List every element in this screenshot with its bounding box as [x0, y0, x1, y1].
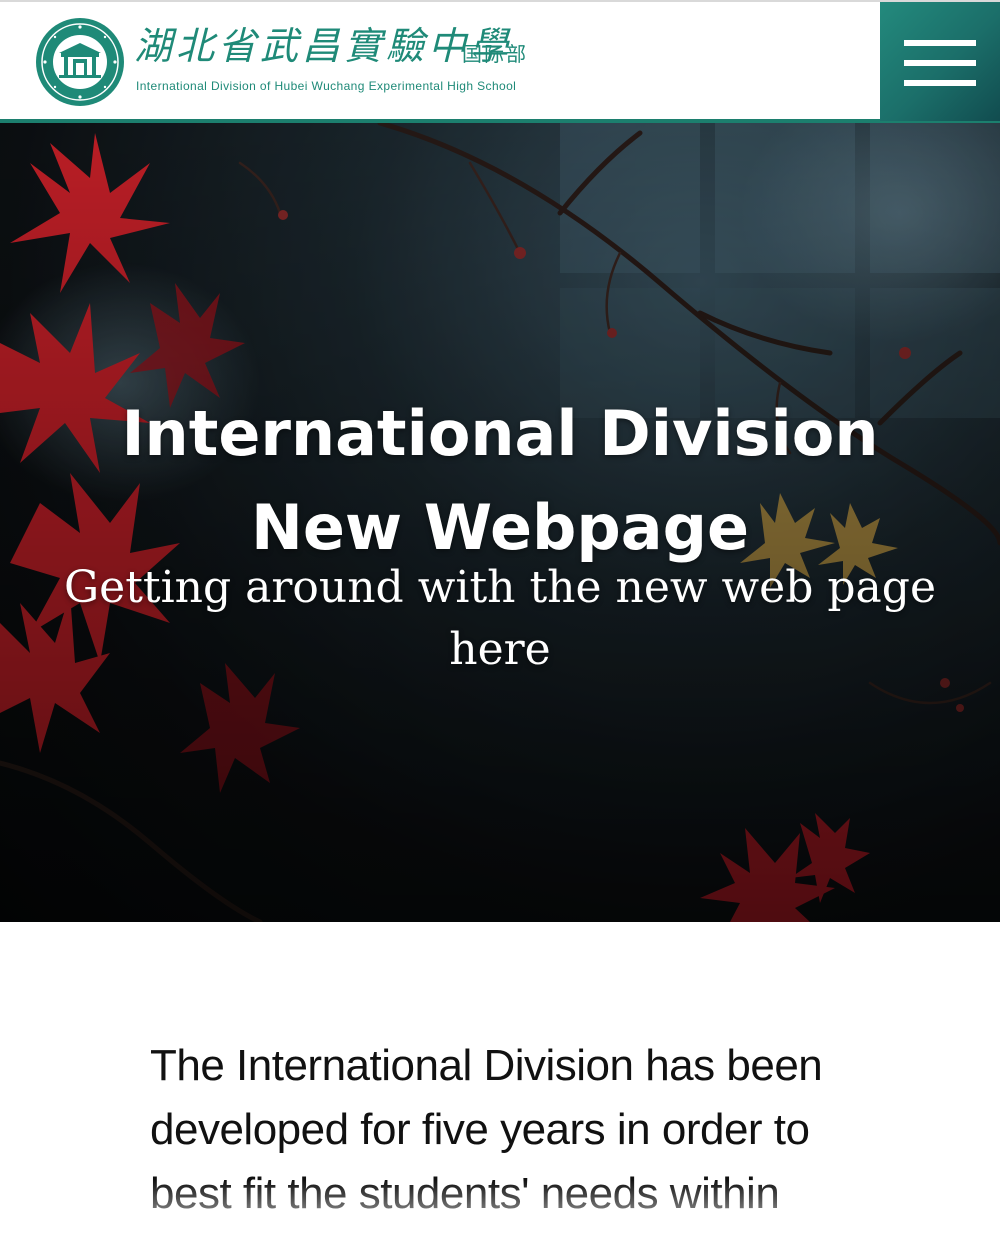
bottom-fade [0, 1180, 1000, 1240]
logo-chinese-name: 湖北省武昌實驗中學 [134, 24, 513, 68]
hero-subtitle: Getting around with the new web page her… [64, 562, 936, 675]
site-header: 湖北省武昌實驗中學 国际部 International Division of … [0, 0, 1000, 123]
hamburger-bar [904, 60, 976, 66]
menu-button[interactable] [880, 2, 1000, 121]
hamburger-bar [904, 80, 976, 86]
school-seal-icon [36, 18, 124, 106]
logo-chinese-suffix: 国际部 [462, 42, 528, 66]
home-logo-link[interactable]: 湖北省武昌實驗中學 国际部 International Division of … [30, 12, 550, 112]
hamburger-bar [904, 40, 976, 46]
hero-title: International Division New Webpage [121, 397, 879, 564]
logo-english-name: International Division of Hubei Wuchang … [136, 79, 517, 93]
hero-banner: International Division New Webpage Getti… [0, 123, 1000, 922]
